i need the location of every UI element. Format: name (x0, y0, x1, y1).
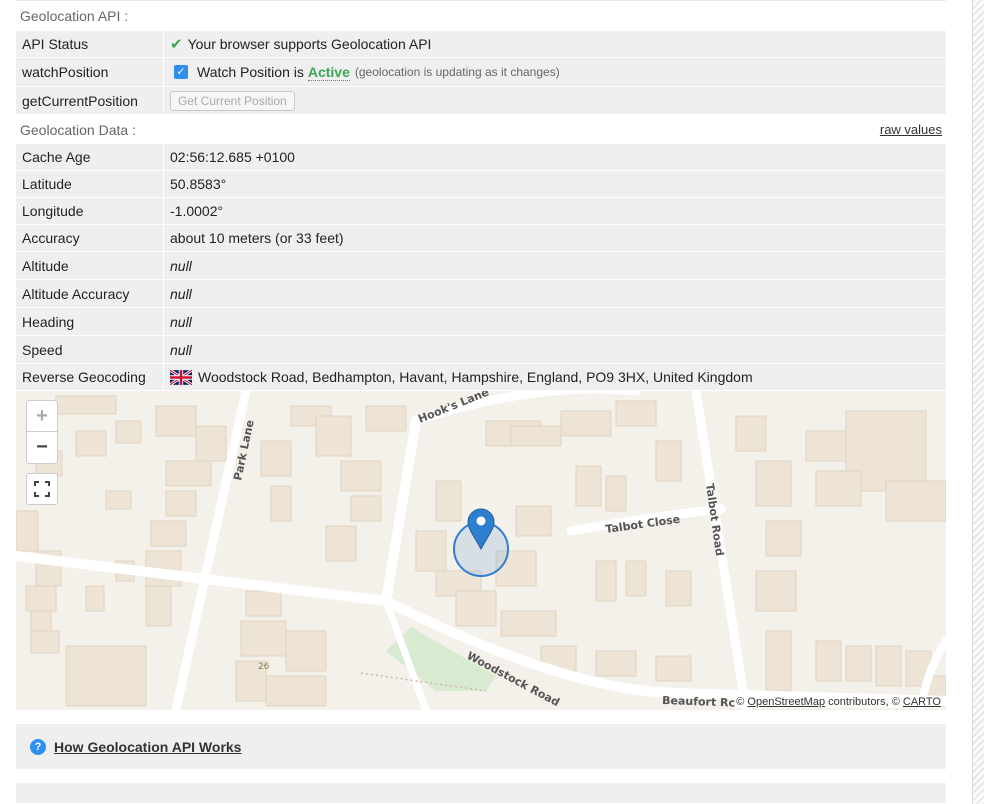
data-row-cache-age: Cache Age 02:56:12.685 +0100 (16, 144, 946, 170)
longitude-value: -1.0002° (164, 198, 946, 224)
checkmark-icon: ✔ (170, 36, 183, 53)
watch-position-checkbox[interactable]: ✓ (174, 65, 188, 79)
watch-position-row: watchPosition ✓ Watch Position is Active… (16, 58, 946, 86)
data-row-accuracy: Accuracy about 10 meters (or 33 feet) (16, 225, 946, 251)
next-section-bar (16, 783, 946, 803)
api-status-label: API Status (16, 31, 163, 57)
accuracy-label: Accuracy (16, 225, 163, 251)
data-row-reverse-geocoding: Reverse Geocoding Woodstock Road, Bedham… (16, 364, 946, 390)
data-row-latitude: Latitude 50.8583° (16, 171, 946, 197)
latitude-value: 50.8583° (164, 171, 946, 197)
latitude-label: Latitude (16, 171, 163, 197)
uk-flag-icon (170, 369, 192, 385)
heading-label: Heading (16, 308, 163, 335)
how-geolocation-works-link[interactable]: How Geolocation API Works (54, 739, 241, 755)
data-row-altitude-accuracy: Altitude Accuracy null (16, 280, 946, 307)
heading-value: null (164, 308, 946, 335)
data-row-longitude: Longitude -1.0002° (16, 198, 946, 224)
get-current-position-row: getCurrentPosition Get Current Position (16, 87, 946, 114)
cache-age-value: 02:56:12.685 +0100 (164, 144, 946, 170)
api-status-value: ✔ Your browser supports Geolocation API (164, 31, 946, 57)
geolocation-panel: Geolocation API : API Status ✔ Your brow… (16, 0, 946, 803)
fullscreen-button[interactable] (26, 473, 58, 505)
api-status-text: Your browser supports Geolocation API (187, 36, 432, 52)
attribution-contributors: contributors, © (828, 696, 900, 708)
watch-position-prefix[interactable]: Watch Position is (197, 64, 304, 80)
api-heading-text: Geolocation API : (20, 8, 129, 24)
location-map[interactable]: Hook's Lane Park Lane Talbot Close Talbo… (16, 391, 946, 710)
openstreetmap-link[interactable]: OpenStreetMap (747, 696, 825, 708)
cache-age-label: Cache Age (16, 144, 163, 170)
get-current-position-button[interactable]: Get Current Position (170, 90, 295, 111)
accuracy-value: about 10 meters (or 33 feet) (164, 225, 946, 251)
altitude-accuracy-value: null (164, 280, 946, 307)
data-row-altitude: Altitude null (16, 252, 946, 279)
watch-position-note: (geolocation is updating as it changes) (354, 65, 560, 79)
speed-value: null (164, 336, 946, 363)
altitude-value: null (164, 252, 946, 279)
attribution-copyright: © (736, 696, 745, 708)
speed-label: Speed (16, 336, 163, 363)
reverse-geocoding-value: Woodstock Road, Bedhampton, Havant, Hamp… (164, 364, 946, 390)
data-row-heading: Heading null (16, 308, 946, 335)
street-label-beaufort-rd: Beaufort Rc (662, 694, 735, 710)
zoom-out-button[interactable]: − (27, 432, 57, 463)
watch-position-state: Active (307, 63, 350, 81)
zoom-control: + − (26, 400, 58, 464)
reverse-geocoding-address: Woodstock Road, Bedhampton, Havant, Hamp… (198, 369, 753, 385)
altitude-label: Altitude (16, 252, 163, 279)
api-section-heading: Geolocation API : (16, 1, 946, 31)
watch-position-value: ✓ Watch Position is Active (geolocation … (164, 58, 946, 86)
question-icon: ? (30, 738, 46, 755)
data-section-heading: Geolocation Data : raw values (16, 115, 946, 144)
map-tiles[interactable]: Hook's Lane Park Lane Talbot Close Talbo… (16, 391, 946, 710)
data-heading-text: Geolocation Data : (20, 121, 136, 138)
house-number-label: 26 (258, 662, 270, 672)
zoom-in-button[interactable]: + (27, 401, 57, 432)
api-status-row: API Status ✔ Your browser supports Geolo… (16, 31, 946, 57)
watch-position-label: watchPosition (16, 58, 163, 86)
data-row-speed: Speed null (16, 336, 946, 363)
scrollbar-track[interactable] (972, 0, 984, 804)
longitude-label: Longitude (16, 198, 163, 224)
reverse-geocoding-label: Reverse Geocoding (16, 364, 163, 390)
get-current-position-value: Get Current Position (164, 87, 946, 114)
get-current-position-label: getCurrentPosition (16, 87, 163, 114)
carto-link[interactable]: CARTO (903, 696, 941, 708)
altitude-accuracy-label: Altitude Accuracy (16, 280, 163, 307)
fullscreen-icon (34, 481, 50, 497)
map-attribution: © OpenStreetMap contributors, © CARTO (735, 696, 942, 708)
howto-bar: ? How Geolocation API Works (16, 724, 946, 769)
raw-values-link[interactable]: raw values (880, 122, 942, 137)
